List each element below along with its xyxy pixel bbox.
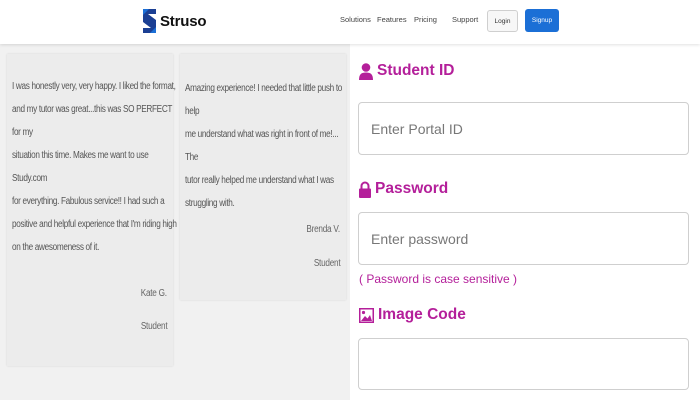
testimonial-quote: Amazing experience! I needed that little…	[185, 77, 353, 215]
testimonials-section: I was honestly very, very happy. I liked…	[0, 44, 350, 400]
password-label: Password	[359, 180, 448, 198]
testimonial-card: Amazing experience! I needed that little…	[180, 54, 346, 300]
testimonial-author: Brenda V.	[306, 224, 340, 235]
testimonial-card: I was honestly very, very happy. I liked…	[7, 54, 177, 366]
password-hint: ( Password is case sensitive )	[359, 272, 518, 286]
login-form: Student ID Password ( Password is case s…	[350, 44, 700, 400]
lock-icon	[359, 181, 375, 198]
top-navbar: Struso Solutions Features Pricing Suppor…	[0, 0, 700, 44]
nav-link-features[interactable]: Features	[377, 15, 407, 24]
nav-link-solutions[interactable]: Solutions	[340, 15, 371, 24]
quote-line: struggling with.	[185, 198, 235, 209]
quote-line: positive and helpful experience that I'm…	[12, 219, 177, 230]
quote-line: situation this time. Makes me want to us…	[12, 150, 149, 184]
testimonial-role: Student	[140, 321, 167, 332]
quote-line: I was honestly very, very happy. I liked…	[12, 81, 176, 92]
quote-line: Amazing experience! I needed that little…	[185, 83, 343, 117]
struso-logo-icon	[141, 8, 157, 34]
brand-logo[interactable]: Struso	[141, 8, 207, 34]
brand-name: Struso	[160, 12, 207, 30]
testimonial-role: Student	[313, 258, 340, 269]
image-code-label-text: Image Code	[378, 306, 466, 323]
user-icon	[359, 62, 377, 80]
student-id-label: Student ID	[359, 62, 455, 80]
student-id-label-text: Student ID	[377, 62, 455, 79]
nav-link-support[interactable]: Support	[452, 15, 478, 24]
testimonial-author: Kate G.	[140, 288, 167, 299]
nav-link-pricing[interactable]: Pricing	[414, 15, 437, 24]
quote-line: me understand what was right in front of…	[185, 129, 339, 163]
password-input[interactable]	[358, 212, 689, 265]
image-code-label: Image Code	[359, 306, 466, 324]
quote-line: on the awesomeness of it.	[12, 242, 100, 253]
student-id-input[interactable]	[358, 102, 689, 155]
password-label-text: Password	[375, 180, 449, 197]
testimonial-quote: I was honestly very, very happy. I liked…	[12, 75, 180, 259]
image-code-input[interactable]	[358, 338, 689, 390]
quote-line: for everything. Fabulous service!! I had…	[12, 196, 165, 207]
image-icon	[359, 307, 378, 323]
login-button[interactable]: Login	[487, 10, 518, 32]
signup-button[interactable]: Signup	[525, 9, 559, 32]
quote-line: tutor really helped me understand what I…	[185, 175, 334, 186]
quote-line: and my tutor was great...this was SO PER…	[12, 104, 172, 138]
